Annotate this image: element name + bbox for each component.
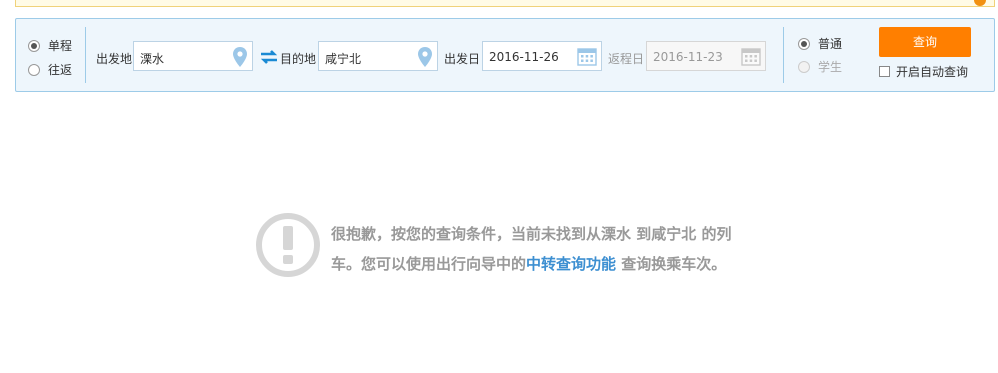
top-notice-strip [15,0,995,7]
exclamation-circle-icon [256,213,320,277]
divider [85,27,86,83]
to-station-input[interactable]: 咸宁北 [318,41,438,71]
from-station-value: 溧水 [140,52,165,66]
trip-type-one-way-label: 单程 [48,39,73,53]
query-button[interactable]: 查询 [879,27,971,57]
return-date-value: 2016-11-23 [653,50,723,64]
radio-selected-icon[interactable] [28,39,40,52]
depart-date-label: 出发日 [444,52,481,66]
location-pin-icon [418,47,432,67]
checkbox-box[interactable] [879,66,890,77]
no-results-notice: 很抱歉，按您的查询条件，当前未找到从溧水 到咸宁北 的列车。您可以使用出行向导中… [255,212,755,312]
passenger-type-normal[interactable]: 普通 [798,35,842,52]
no-results-text-tail: 查询换乘车次。 [616,255,727,273]
trip-type-round-trip[interactable]: 往返 [28,61,72,78]
divider [783,27,784,83]
depart-date-input[interactable]: 2016-11-26 [482,41,602,71]
transfer-query-link[interactable]: 中转查询功能 [526,255,616,273]
passenger-type-student-label: 学生 [818,60,843,74]
auto-query-label: 开启自动查询 [896,65,969,79]
ticket-search-bar: 单程 往返 出发地 溧水 目的地 咸宁北 出发日 2016-11-26 返程日 … [15,18,995,92]
return-date-label: 返程日 [608,52,645,66]
radio-disabled-icon[interactable] [798,60,810,73]
return-date-input[interactable]: 2016-11-23 [646,41,766,71]
warning-icon [974,0,986,6]
radio-selected-icon[interactable] [798,37,810,50]
calendar-icon[interactable] [741,46,761,66]
from-label: 出发地 [96,52,133,66]
radio-unselected-icon[interactable] [28,63,40,76]
trip-type-one-way[interactable]: 单程 [28,37,72,54]
passenger-type-student[interactable]: 学生 [798,58,842,75]
depart-date-value: 2016-11-26 [489,50,559,64]
calendar-icon[interactable] [577,46,597,66]
to-label: 目的地 [280,52,317,66]
from-station-input[interactable]: 溧水 [133,41,253,71]
no-results-message: 很抱歉，按您的查询条件，当前未找到从溧水 到咸宁北 的列车。您可以使用出行向导中… [331,219,751,279]
location-pin-icon [233,47,247,67]
passenger-type-normal-label: 普通 [818,37,843,51]
trip-type-round-trip-label: 往返 [48,63,73,77]
swap-stations-icon[interactable] [260,49,278,65]
to-station-value: 咸宁北 [325,52,362,66]
auto-query-checkbox[interactable]: 开启自动查询 [879,63,968,80]
